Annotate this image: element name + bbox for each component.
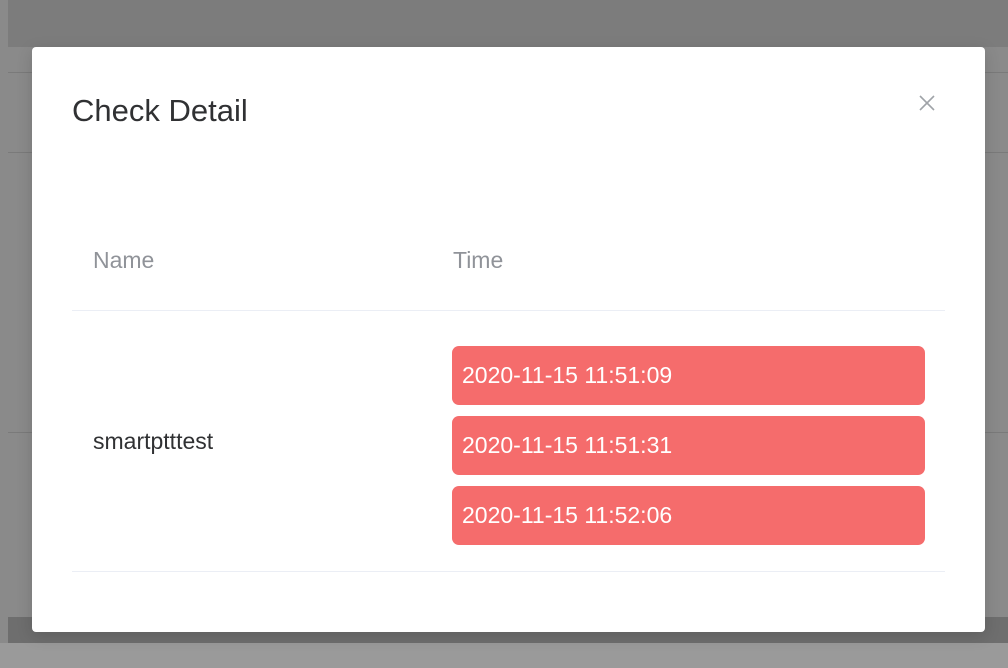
column-header-name: Name — [93, 247, 155, 273]
close-button[interactable] — [916, 92, 938, 114]
close-icon — [916, 92, 938, 114]
row-name-cell: smartptttest — [93, 428, 214, 454]
time-tag: 2020-11-15 11:52:06 — [452, 486, 925, 545]
time-tag-list: 2020-11-15 11:51:09 2020-11-15 11:51:31 … — [452, 346, 925, 556]
time-tag: 2020-11-15 11:51:09 — [452, 346, 925, 405]
dialog-title: Check Detail — [72, 93, 248, 128]
background-header — [8, 0, 1008, 47]
column-header-time: Time — [453, 247, 504, 273]
table-header: Name Time — [72, 247, 945, 311]
time-tag: 2020-11-15 11:51:31 — [452, 416, 925, 475]
table-row: smartptttest 2020-11-15 11:51:09 2020-11… — [72, 311, 945, 572]
check-table: Name Time smartptttest 2020-11-15 11:51:… — [72, 247, 945, 572]
background-footer — [0, 643, 1008, 668]
check-detail-dialog: Check Detail Name Time smartptttest 2020… — [32, 47, 985, 632]
